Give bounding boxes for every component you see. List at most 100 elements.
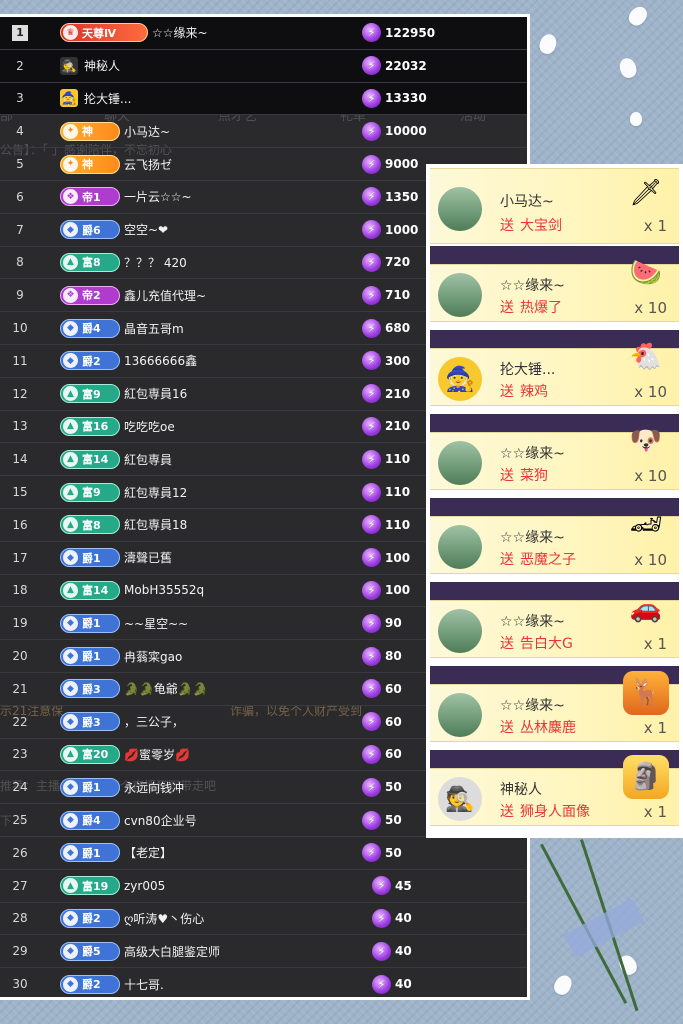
contribution-value: ⚡ 10000 [362,121,427,141]
level-badge-label: 神 [82,158,93,172]
diamond-icon: ◆ [63,222,78,238]
ranking-row[interactable]: 3 🧙 抡大锤... ⚡ 13330 [0,82,527,116]
gift-description: 送恶魔之子 [500,549,576,569]
contribution-value: ⚡ 60 [362,679,402,699]
diamond-icon: ◆ [63,550,78,566]
level-badge: ◆ 爵3 [60,679,120,699]
diamond-icon: ◆ [63,353,78,369]
gift-card: 小马达~ 送大宝剑 x 1 🗡 [430,168,679,244]
contribution-value: ⚡ 110 [362,482,410,502]
witch-hat-avatar[interactable]: 🧙 [438,357,482,401]
gift-sender-name: ☆☆缘来~ [500,278,565,294]
ranking-row[interactable]: 2 🕵 神秘人 ⚡ 22032 [0,49,527,83]
contribution-value: ⚡ 710 [362,285,410,305]
level-badge: ◆ 爵4 [60,810,120,830]
crown-icon: ♛ [63,25,78,41]
gift-sender-name: ☆☆缘来~ [500,614,565,630]
rank-number: 2 [16,58,24,73]
landscape-avatar[interactable] [438,187,482,231]
diamond-icon: ◆ [63,910,78,926]
level-badge-label: 富14 [82,584,109,598]
landscape-avatar[interactable] [438,609,482,653]
contribution-value: ⚡ 80 [362,646,402,666]
ranking-row[interactable]: 29 ◆ 爵5 高级大白腿鉴定师 ⚡ 40 [0,935,527,969]
level-badge-label: 爵3 [82,715,101,729]
triangle-icon: ▲ [63,517,78,533]
landscape-avatar[interactable] [438,525,482,569]
contribution-amount: 60 [385,681,402,696]
dog-gift-icon: 🐶 [629,426,663,456]
level-badge: ▲ 富8 [60,252,120,272]
level-badge: ✦ 神 [60,154,120,174]
gift-sender-name: 小马达~ [500,194,554,210]
lightning-gem-icon: ⚡ [362,318,381,338]
contribution-amount: 40 [395,977,412,991]
gift-card: 🕵 神秘人送狮身人面像 x 1 🗿 [430,755,679,826]
lightning-gem-icon: ⚡ [362,351,381,371]
level-badge: ▲ 富20 [60,744,120,764]
level-badge-label: 富14 [82,453,109,467]
contribution-amount: 9000 [385,157,419,172]
contribution-amount: 210 [385,386,411,401]
gift-description: 送大宝剑 [500,215,562,235]
level-badge-label: 爵2 [82,354,101,368]
contribution-value: ⚡ 720 [362,252,410,272]
sword-gift-icon: 🗡 [629,178,663,208]
landscape-avatar[interactable] [438,693,482,737]
lightning-gem-icon: ⚡ [362,777,381,797]
triangle-icon: ▲ [63,484,78,500]
level-badge-label: 富9 [82,387,101,401]
level-badge-label: 爵3 [82,682,101,696]
rank-number: 7 [16,222,24,237]
gift-description: 送丛林麋鹿 [500,717,576,737]
lightning-gem-icon: ⚡ [362,384,381,404]
contribution-amount: 210 [385,419,411,434]
level-badge-label: 爵1 [82,617,101,631]
gift-card: ☆☆缘来~ 送告白大G x 1 🚗 [430,594,679,658]
gift-message: ☆☆缘来~ 送丛林麋鹿 x 1 🦌 [430,666,679,750]
contribution-value: ⚡ 50 [362,810,402,830]
ranking-row[interactable]: 28 ◆ 爵2 ღ听涛♥丶伤心 ⚡ 40 [0,903,527,936]
rank-number: 26 [12,845,28,860]
contribution-amount: 90 [385,616,402,631]
diamond-icon: ◆ [63,943,78,959]
level-badge: ▲ 富14 [60,449,120,469]
contribution-amount: 680 [385,321,411,336]
ranking-row[interactable]: 1 ♛ 天尊Ⅳ ☆☆缘来~ ⚡ 122950 [0,17,527,50]
diamond-icon: ◆ [63,714,78,730]
car-gift-icon: 🏎 [629,510,663,540]
rank-number: 25 [12,813,28,828]
rank-number: 11 [12,353,28,368]
gift-sender-name: ☆☆缘来~ [500,446,565,462]
contribution-amount: 80 [385,649,402,664]
ranking-row[interactable]: 27 ▲ 富19 zyr005 ⚡ 45 [0,870,527,903]
gift-list: 小马达~ 送大宝剑 x 1 🗡 ☆☆缘来~ 送热爆了 x 10 🍉 🧙 抡大锤... 送辣鸡 x 10… [430,168,679,834]
diamond-icon: ◆ [63,812,78,828]
contribution-amount: 110 [385,517,411,532]
landscape-avatar[interactable] [438,273,482,317]
level-badge-label: 爵5 [82,945,101,959]
contribution-amount: 60 [385,747,402,762]
contribution-value: ⚡ 210 [362,416,411,436]
gift-action: 送 [500,384,514,400]
ranking-row[interactable]: 26 ◆ 爵1 【老定】 ⚡ 50 [0,837,527,870]
contribution-value: ⚡ 1000 [362,220,418,240]
gift-action: 送 [500,636,514,652]
rank-number: 18 [12,583,28,598]
gift-description: 送狮身人面像 [500,801,590,821]
triangle-icon: ▲ [63,418,78,434]
landscape-avatar[interactable] [438,441,482,485]
gift-card: ☆☆缘来~ 送热爆了 x 10 🍉 [430,258,679,322]
level-badge: ♛ 天尊Ⅳ [60,23,148,43]
user-name: 小马达~ [124,124,171,139]
ranking-row[interactable]: 4 ✦ 神小马达~ ⚡ 10000 [0,115,527,149]
lightning-gem-icon: ⚡ [362,712,381,732]
mystery-person-avatar[interactable]: 🕵 [438,777,482,821]
contribution-amount: 40 [395,944,412,959]
gift-action: 送 [500,468,514,484]
ranking-row[interactable]: 30 ◆ 爵2 十七哥. ⚡ 40 [0,968,527,997]
lightning-gem-icon: ⚡ [362,154,381,174]
contribution-value: ⚡ 45 [372,876,412,896]
rank-number: 28 [12,911,28,926]
lightning-gem-icon: ⚡ [372,908,391,928]
